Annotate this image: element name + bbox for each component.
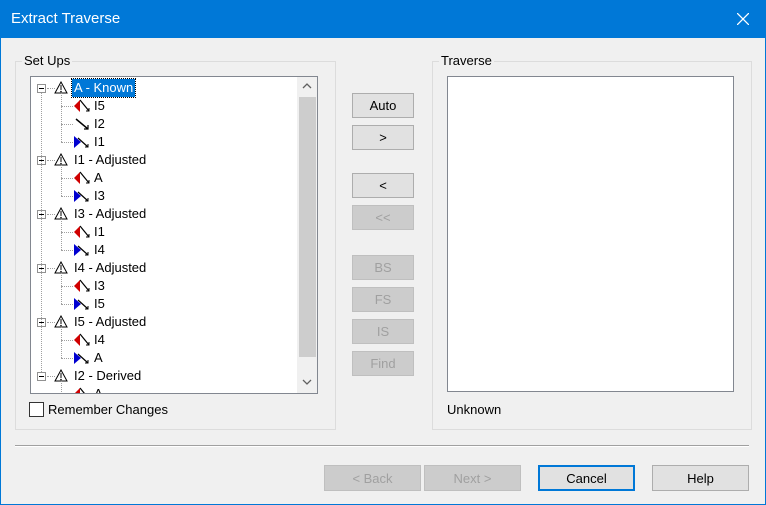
window-title: Extract Traverse (11, 10, 121, 27)
collapse-icon[interactable] (37, 372, 46, 381)
is-button[interactable]: IS (352, 319, 414, 344)
bs-button[interactable]: BS (352, 255, 414, 280)
fs-button[interactable]: FS (352, 287, 414, 312)
scroll-up-icon[interactable] (297, 77, 317, 95)
observation-label: I5 (94, 296, 105, 311)
observation-label: I4 (94, 242, 105, 257)
setups-tree-content: A - Known I5 I2 I1 I1 - Adjusted A I3 I3 - Adju… (31, 77, 297, 393)
add-button[interactable]: > (352, 125, 414, 150)
traverse-group-label: Traverse (439, 53, 494, 68)
observation-label: A (94, 350, 103, 365)
observation-label: I4 (94, 332, 105, 347)
scroll-down-icon[interactable] (297, 373, 317, 391)
remove-button[interactable]: < (352, 173, 414, 198)
tree-scrollbar[interactable] (297, 77, 317, 393)
observation-label: A (92, 385, 105, 393)
observation-label: I3 (94, 278, 105, 293)
setup-node-label: I4 - Adjusted (74, 260, 147, 275)
traverse-status: Unknown (447, 402, 502, 417)
title-bar: Extract Traverse (0, 0, 766, 38)
remember-changes-checkbox[interactable] (29, 402, 44, 417)
remove-all-button[interactable]: << (352, 205, 414, 230)
remember-changes-label: Remember Changes (48, 402, 168, 417)
scroll-thumb[interactable] (299, 97, 316, 357)
observation-label: A (94, 170, 103, 185)
setup-node-label: I2 - Derived (74, 368, 142, 383)
footer-separator (15, 445, 749, 447)
collapse-icon[interactable] (37, 84, 46, 93)
observation-label: I5 (94, 98, 105, 113)
setup-node-label: I1 - Adjusted (74, 152, 147, 167)
next-button[interactable]: Next > (424, 465, 521, 491)
observation-label: I1 (94, 134, 105, 149)
observation-label: I1 (94, 224, 105, 239)
setups-tree[interactable]: A - Known I5 I2 I1 I1 - Adjusted A I3 I3 - Adju… (30, 76, 318, 394)
foresight-icon (73, 386, 91, 393)
setup-node-label: I5 - Adjusted (74, 314, 147, 329)
cancel-button[interactable]: Cancel (538, 465, 635, 491)
traverse-list[interactable] (447, 76, 734, 392)
close-icon[interactable] (720, 0, 766, 38)
observation-label: I2 (94, 116, 105, 131)
observation-label: I3 (94, 188, 105, 203)
setup-node-label: I3 - Adjusted (74, 206, 147, 221)
find-button[interactable]: Find (352, 351, 414, 376)
setups-group-label: Set Ups (22, 53, 73, 68)
setup-node-label: A - Known (70, 78, 137, 98)
help-button[interactable]: Help (652, 465, 749, 491)
back-button[interactable]: < Back (324, 465, 421, 491)
auto-button[interactable]: Auto (352, 93, 414, 118)
